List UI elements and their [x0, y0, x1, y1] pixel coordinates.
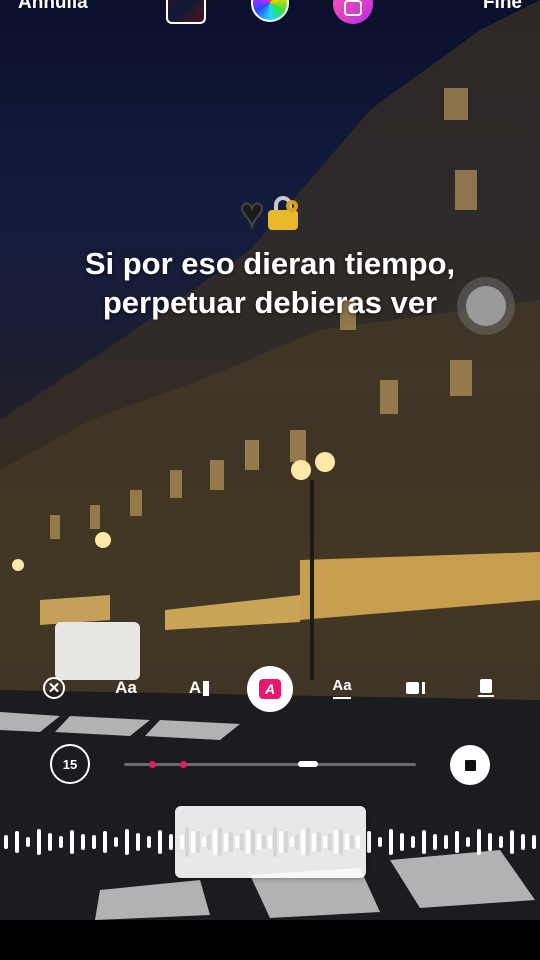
waveform-bar	[367, 831, 371, 853]
animation-style-button[interactable]: Aa	[322, 668, 362, 708]
selected-waveform-bars	[185, 827, 354, 857]
done-button[interactable]: Fine	[483, 0, 522, 16]
highlight-icon: A	[259, 679, 281, 699]
waveform-bar	[48, 833, 52, 851]
waveform-bar	[4, 835, 8, 849]
sticker-face-shape	[344, 0, 362, 16]
bottom-safe-area	[0, 920, 540, 960]
card-icon	[480, 679, 492, 693]
waveform-bar	[26, 837, 30, 847]
waveform-bar	[499, 836, 503, 848]
waveform-bar	[81, 834, 85, 850]
selected-waveform-bar	[229, 832, 233, 852]
stop-icon	[464, 759, 476, 771]
sticker-icon[interactable]	[333, 0, 373, 24]
waveform-bar	[433, 834, 437, 850]
waveform-bar	[92, 835, 96, 849]
card-layout-button[interactable]	[466, 668, 506, 708]
waveform-bar	[37, 829, 41, 855]
selected-waveform-bar	[262, 835, 266, 849]
duration-button[interactable]: 15	[50, 744, 90, 784]
selected-waveform-bar	[218, 828, 222, 856]
waveform-bar	[422, 830, 426, 854]
waveform-bar	[444, 835, 448, 849]
waveform-bar	[477, 829, 481, 855]
waveform-bar	[59, 836, 63, 848]
cancel-button[interactable]: Annulla	[18, 0, 88, 16]
album-cover-button[interactable]	[166, 0, 206, 24]
text-align-label: A	[188, 678, 202, 697]
clip-selector[interactable]	[175, 806, 366, 878]
waveform-bar	[136, 833, 140, 851]
waveform-bar	[147, 836, 151, 848]
timeline-marker	[180, 761, 187, 768]
timeline-handle[interactable]	[298, 761, 318, 767]
waveform-bar	[15, 831, 19, 853]
remove-lyrics-button[interactable]: ✕	[34, 668, 74, 708]
assistive-touch-button[interactable]	[457, 277, 515, 335]
selected-waveform-bar	[284, 831, 288, 853]
timeline-marker	[149, 761, 156, 768]
waveform-bar	[521, 834, 525, 850]
selected-waveform-bar	[207, 834, 211, 850]
waveform-bar	[532, 835, 536, 849]
text-align-button[interactable]: A	[179, 668, 219, 708]
selected-waveform-bar	[251, 829, 255, 855]
selected-waveform-bar	[317, 832, 321, 852]
top-bar: Annulla Fine	[0, 0, 540, 24]
close-icon: ✕	[43, 677, 65, 699]
waveform-bar	[455, 831, 459, 853]
waveform-bar	[389, 829, 393, 855]
selected-waveform-bar	[328, 833, 332, 851]
timeline-track[interactable]	[124, 761, 416, 768]
highlight-style-button[interactable]: A	[247, 666, 293, 712]
cursor-bar-icon	[203, 680, 210, 696]
selected-waveform-bar	[240, 833, 244, 851]
waveform-bar	[103, 831, 107, 853]
waveform-bar	[411, 836, 415, 848]
selected-waveform-bar	[350, 835, 354, 849]
waveform-bar	[466, 837, 470, 847]
stop-button[interactable]	[450, 745, 490, 785]
selected-waveform-bar	[339, 829, 343, 855]
waveform-bar	[125, 829, 129, 855]
selected-waveform-bar	[295, 834, 299, 850]
lyrics-text[interactable]: Si por eso dieran tiempo, perpetuar debi…	[70, 244, 470, 322]
selected-waveform-bar	[196, 831, 200, 853]
waveform-bar	[158, 830, 162, 854]
waveform-bar	[378, 837, 382, 847]
story-music-editor: Annulla Fine ♥ Si por eso dieran tiempo,…	[0, 0, 540, 960]
black-heart-icon: ♥	[239, 191, 265, 236]
emoji-sticker[interactable]: ♥	[0, 190, 540, 236]
text-style-button[interactable]: Aa	[106, 668, 146, 708]
selected-waveform-bar	[306, 828, 310, 856]
waveform-bar	[488, 833, 492, 851]
selected-waveform-bar	[273, 827, 277, 857]
duration-label: 15	[62, 756, 78, 772]
locked-with-key-icon	[267, 196, 300, 231]
video-camera-icon	[405, 682, 419, 694]
animation-label: Aa	[332, 677, 352, 694]
waveform-bar	[114, 837, 118, 847]
video-layout-button[interactable]	[395, 668, 435, 708]
color-wheel-icon[interactable]	[251, 0, 289, 22]
underline-icon	[333, 697, 351, 699]
selected-waveform-bar	[185, 827, 189, 857]
waveform-bar	[510, 830, 514, 854]
waveform-bar	[169, 834, 173, 850]
waveform-bar	[70, 830, 74, 854]
waveform-bar	[400, 833, 404, 851]
text-style-label: Aa	[115, 678, 137, 697]
